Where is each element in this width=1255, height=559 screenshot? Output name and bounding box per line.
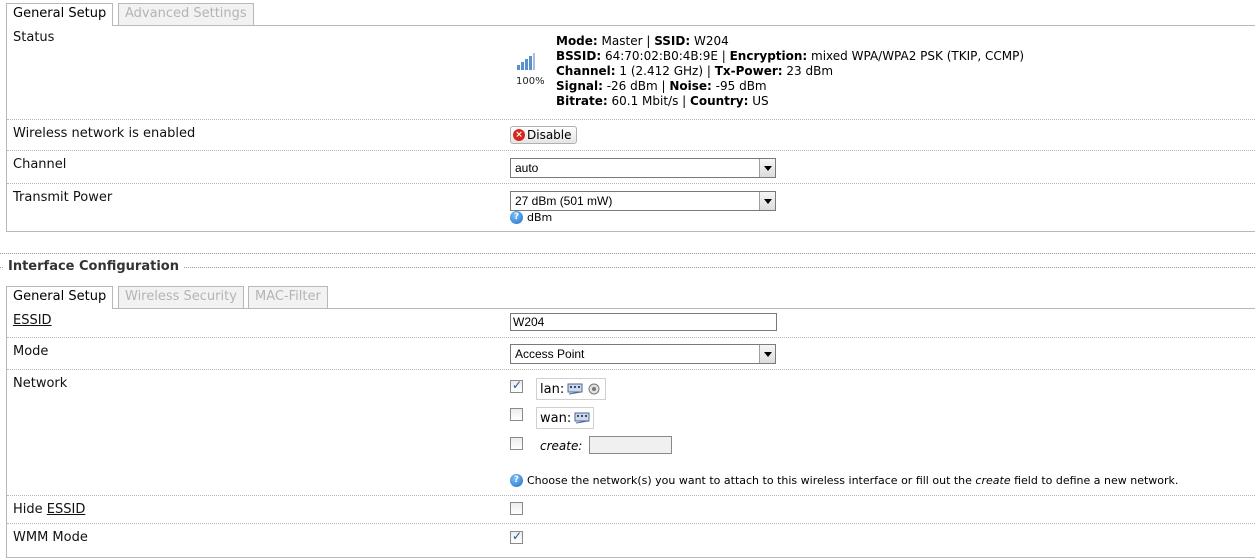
tab-mac-filter[interactable]: MAC-Filter: [248, 286, 328, 308]
noise-key: Noise:: [669, 79, 712, 93]
network-help-em: create: [975, 474, 1011, 487]
encryption-key: Encryption:: [729, 49, 808, 63]
disable-icon: ×: [513, 129, 525, 141]
essid-label: ESSID: [13, 313, 52, 328]
ssid-key: SSID:: [654, 34, 691, 48]
bitrate-value: 60.1 Mbit/s |: [607, 94, 691, 108]
ethernet-icon: [574, 412, 590, 424]
channel-value: 1 (2.412 GHz) |: [615, 64, 715, 78]
ssid-value: W204: [690, 34, 729, 48]
section-legend-line: [0, 267, 1255, 268]
transmit-power-hint: ? dBm: [510, 211, 552, 224]
tx-power-key: Tx-Power:: [714, 64, 783, 78]
network-help-pre: Choose the network(s) you want to attach…: [527, 474, 976, 487]
help-icon: ?: [510, 474, 523, 487]
channel-label: Channel: [13, 157, 67, 172]
channel-select[interactable]: auto: [510, 158, 776, 178]
chevron-down-icon: [759, 159, 775, 177]
tab-iface-general-setup[interactable]: General Setup: [6, 286, 114, 309]
chevron-down-icon: [759, 192, 775, 210]
network-wan-item: wan:: [536, 407, 595, 429]
hide-essid-label-pre: Hide: [13, 502, 47, 517]
tab-advanced-settings[interactable]: Advanced Settings: [118, 3, 254, 25]
tab-wireless-security[interactable]: Wireless Security: [118, 286, 244, 308]
network-lan-name: lan:: [540, 381, 565, 397]
bssid-value: 64:70:02:B0:4B:9E |: [601, 49, 730, 63]
status-label: Status: [13, 30, 55, 45]
mode-row: Mode Access Point: [7, 338, 1255, 370]
essid-row: ESSID W204: [7, 309, 1255, 338]
hide-essid-checkbox[interactable]: [510, 502, 523, 515]
transmit-power-select-value: 27 dBm (501 mW): [515, 194, 613, 208]
network-create-label: create:: [540, 439, 583, 453]
mode-label: Mode: [13, 344, 49, 359]
mode-select-value: Access Point: [515, 347, 585, 361]
country-value: US: [748, 94, 769, 108]
bssid-key: BSSID:: [556, 49, 602, 63]
encryption-value: mixed WPA/WPA2 PSK (TKIP, CCMP): [807, 49, 1025, 63]
help-icon: ?: [510, 211, 523, 224]
signal-strength-icon: [517, 53, 535, 70]
transmit-power-label: Transmit Power: [13, 190, 113, 205]
disable-button[interactable]: × Disable: [510, 126, 577, 144]
wmm-mode-checkbox[interactable]: [510, 529, 523, 544]
transmit-power-hint-text: dBm: [527, 211, 553, 224]
transmit-power-select[interactable]: 27 dBm (501 mW): [510, 191, 776, 211]
network-wan-name: wan:: [540, 410, 572, 426]
mode-value: Master |: [597, 34, 655, 48]
mode-select[interactable]: Access Point: [510, 344, 776, 364]
network-lan-checkbox[interactable]: [510, 378, 523, 393]
channel-key: Channel:: [556, 64, 616, 78]
network-help: ? Choose the network(s) you want to atta…: [510, 474, 1178, 487]
signal-percent: 100%: [516, 76, 545, 87]
mode-key: Mode:: [556, 34, 598, 48]
chevron-down-icon: [759, 345, 775, 363]
network-help-text: Choose the network(s) you want to attach…: [527, 474, 1178, 487]
section-divider: [0, 253, 1255, 254]
network-row: Network lan: wan: create: ? Choose the n…: [7, 370, 1255, 496]
channel-select-value: auto: [515, 161, 539, 175]
wireless-enabled-label: Wireless network is enabled: [13, 126, 196, 141]
wmm-mode-label: WMM Mode: [13, 530, 88, 545]
hide-essid-label: Hide ESSID: [13, 502, 85, 517]
network-create-input[interactable]: [589, 436, 672, 454]
channel-row: Channel auto: [7, 151, 1255, 184]
wmm-mode-row: WMM Mode: [7, 524, 1255, 559]
country-key: Country:: [690, 94, 749, 108]
network-label: Network: [13, 376, 68, 391]
status-details: Mode: Master | SSID: W204 BSSID: 64:70:0…: [556, 34, 1024, 109]
transmit-power-row: Transmit Power 27 dBm (501 mW) ? dBm: [7, 184, 1255, 232]
tx-power-value: 23 dBm: [782, 64, 834, 78]
bitrate-key: Bitrate:: [556, 94, 608, 108]
network-lan-item: lan:: [536, 378, 607, 400]
disable-button-label: Disable: [527, 128, 572, 142]
wifi-icon: [588, 383, 600, 395]
ethernet-icon: [567, 383, 583, 395]
wireless-enabled-row: Wireless network is enabled × Disable: [7, 120, 1255, 151]
hide-essid-row: Hide ESSID: [7, 496, 1255, 524]
network-wan-checkbox[interactable]: [510, 408, 523, 421]
signal-key: Signal:: [556, 79, 603, 93]
essid-input[interactable]: W204: [510, 313, 777, 331]
noise-value: -95 dBm: [711, 79, 767, 93]
network-create-checkbox[interactable]: [510, 437, 523, 450]
signal-value: -26 dBm |: [602, 79, 670, 93]
section-title: Interface Configuration: [3, 259, 183, 274]
network-help-post: field to define a new network.: [1010, 474, 1179, 487]
interface-config-panel: ESSID W204 Mode Access Point Network lan…: [6, 308, 1255, 558]
hide-essid-label-essid: ESSID: [46, 502, 86, 517]
tab-general-setup[interactable]: General Setup: [6, 3, 114, 26]
